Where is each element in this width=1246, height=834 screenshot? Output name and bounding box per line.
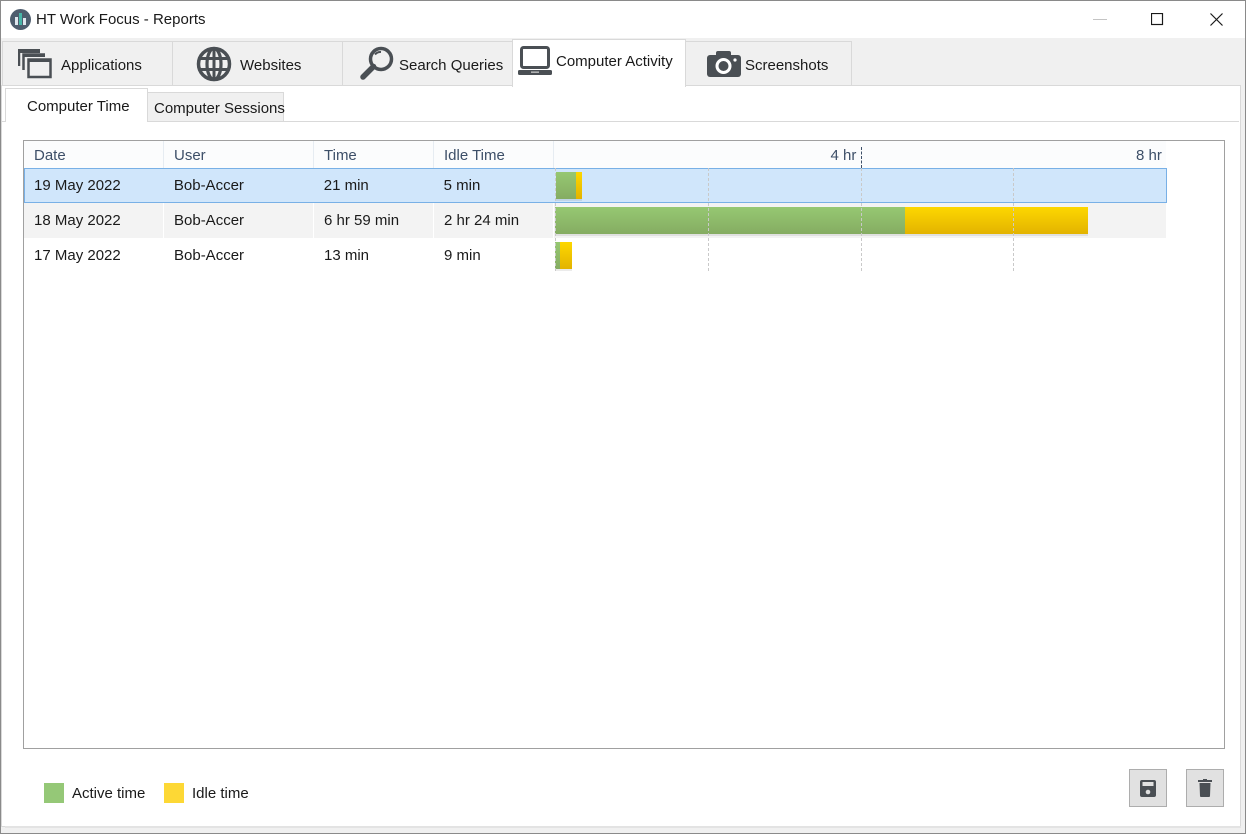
column-header-user[interactable]: User xyxy=(164,141,314,168)
cell-time: 21 min xyxy=(323,177,369,194)
cell-time: 13 min xyxy=(314,238,434,273)
cell-idle-time: 9 min xyxy=(434,238,554,273)
minimize-icon xyxy=(1093,18,1107,20)
cell-time: 6 hr 59 min xyxy=(314,203,434,238)
active-time-bar xyxy=(555,207,906,234)
cell-idle-time: 5 min xyxy=(443,177,481,194)
tab-applications[interactable]: Applications xyxy=(2,41,173,86)
idle-time-bar xyxy=(560,242,572,269)
grid-header: Date User Time Idle Time 4 hr 8 hr xyxy=(24,141,1166,168)
status-divider xyxy=(5,826,1241,828)
trash-icon xyxy=(1198,779,1212,797)
column-header-timeline: 4 hr 8 hr xyxy=(554,141,1166,168)
legend-swatch-idle xyxy=(164,783,184,803)
subtab-computer-time[interactable]: Computer Time xyxy=(5,88,148,122)
tick-label-8hr: 8 hr xyxy=(1136,147,1162,164)
minimize-button[interactable] xyxy=(1077,1,1123,38)
tab-search-queries-label: Search Queries xyxy=(399,57,504,74)
legend-active-time: Active time xyxy=(44,783,145,803)
close-button[interactable] xyxy=(1193,1,1239,38)
app-window: HT Work Focus - Reports Applications Web… xyxy=(0,0,1246,834)
cell-user: Bob-Accer xyxy=(173,177,244,194)
legend-label-active: Active time xyxy=(72,784,146,802)
tick-label-4hr: 4 hr xyxy=(830,147,857,164)
legend-idle-time: Idle time xyxy=(164,783,249,803)
maximize-button[interactable] xyxy=(1134,1,1180,38)
legend-label-idle: Idle time xyxy=(192,784,249,802)
tab-search-queries[interactable]: Search Queries xyxy=(342,41,513,86)
save-button[interactable] xyxy=(1129,769,1167,807)
table-row[interactable]: 19 May 2022 Bob-Accer 21 min 5 min xyxy=(24,168,1167,203)
cell-idle-time: 2 hr 24 min xyxy=(434,203,554,238)
idle-time-bar xyxy=(905,207,1089,234)
cell-date: 18 May 2022 xyxy=(24,203,164,238)
tick-header-line-4hr xyxy=(860,147,862,168)
search-icon xyxy=(360,46,394,80)
cell-date: 19 May 2022 xyxy=(34,177,121,194)
cell-timeline xyxy=(554,203,1166,238)
laptop-icon xyxy=(518,46,552,75)
active-time-bar xyxy=(555,172,576,199)
tab-applications-label: Applications xyxy=(61,57,142,74)
column-header-time[interactable]: Time xyxy=(314,141,434,168)
tab-websites-label: Websites xyxy=(240,57,302,74)
cell-user: Bob-Accer xyxy=(164,203,314,238)
computer-time-grid: Date User Time Idle Time 4 hr 8 hr 19 Ma… xyxy=(23,140,1225,749)
tab-screenshots[interactable]: Screenshots xyxy=(685,41,852,86)
table-row[interactable]: 17 May 2022 Bob-Accer 13 min 9 min xyxy=(24,238,1166,273)
window-title: HT Work Focus - Reports xyxy=(36,11,206,28)
cell-user: Bob-Accer xyxy=(164,238,314,273)
column-header-idle-time[interactable]: Idle Time xyxy=(434,141,554,168)
bar-chart-circle-icon xyxy=(10,9,31,30)
applications-icon xyxy=(18,49,52,79)
cell-timeline xyxy=(555,169,1166,202)
close-icon xyxy=(1209,13,1223,26)
tab-screenshots-label: Screenshots xyxy=(745,57,829,74)
camera-icon xyxy=(707,51,741,77)
subtab-computer-sessions[interactable]: Computer Sessions xyxy=(147,92,285,122)
delete-button[interactable] xyxy=(1186,769,1224,807)
save-icon xyxy=(1140,779,1156,797)
tab-computer-activity[interactable]: Computer Activity xyxy=(512,39,686,87)
title-bar: HT Work Focus - Reports xyxy=(1,1,1245,38)
maximize-icon xyxy=(1150,13,1163,26)
cell-timeline xyxy=(554,238,1166,273)
cell-date: 17 May 2022 xyxy=(24,238,164,273)
column-header-date[interactable]: Date xyxy=(24,141,164,168)
main-tab-strip: Applications Websites Search Queries Com… xyxy=(1,38,1245,87)
globe-icon xyxy=(196,46,232,82)
legend-swatch-active xyxy=(44,783,64,803)
tab-computer-activity-label: Computer Activity xyxy=(556,53,673,70)
idle-time-bar xyxy=(575,172,583,199)
tab-websites[interactable]: Websites xyxy=(172,41,343,86)
table-row[interactable]: 18 May 2022 Bob-Accer 6 hr 59 min 2 hr 2… xyxy=(24,203,1166,238)
